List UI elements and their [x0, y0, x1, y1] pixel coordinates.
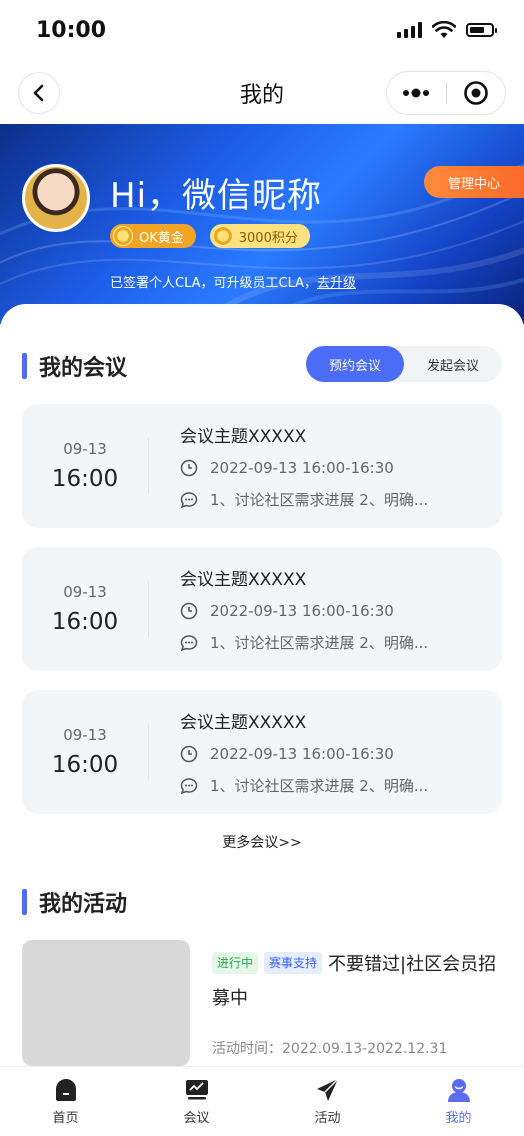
management-center-button[interactable]: 管理中心	[424, 166, 524, 198]
activity-time: 活动时间：2022.09.13-2022.12.31	[212, 1041, 448, 1057]
activity-info[interactable]: 进行中 赛事支持 不要错过|社区会员招募中 活动时间：2022.09.13-2022…	[212, 948, 502, 1058]
chat-bubble-icon	[180, 777, 198, 794]
cla-status-text: 已签署个人CLA，可升级员工CLA，	[110, 276, 318, 291]
meeting-datetime: 2022-09-13 16:00-16:30	[210, 602, 394, 620]
meetings-section-header: 我的会议	[22, 350, 127, 382]
badge-row: OK黄金 3000积分	[110, 224, 310, 248]
tab-initiated-meetings[interactable]: 发起会议	[404, 346, 502, 382]
section-accent-bar	[22, 889, 27, 915]
divider	[148, 581, 149, 637]
activities-section-header: 我的活动	[22, 886, 127, 918]
more-button[interactable]	[387, 72, 446, 114]
meeting-agenda: 1、讨论社区需求进展 2、明确...	[210, 777, 429, 795]
coin-icon	[212, 226, 233, 246]
meeting-date: 09-13	[63, 726, 107, 744]
meeting-date-block: 09-13 16:00	[22, 404, 148, 528]
meeting-card[interactable]: 09-13 16:00 会议主题XXXXX 2022-09-13 16:00-1…	[22, 690, 502, 814]
points-badge-label: 3000积分	[238, 230, 298, 246]
more-dots-icon	[403, 88, 430, 98]
meeting-date-block: 09-13 16:00	[22, 547, 148, 671]
tab-meeting[interactable]: 会议	[131, 1067, 262, 1136]
tab-activity[interactable]: 活动	[262, 1067, 393, 1136]
meeting-agenda-row: 1、讨论社区需求进展 2、明确...	[180, 489, 480, 510]
back-button[interactable]	[18, 72, 60, 114]
cla-status: 已签署个人CLA，可升级员工CLA，去升级	[110, 272, 356, 291]
page-title: 我的	[239, 83, 284, 108]
chat-bubble-icon	[180, 634, 198, 651]
battery-icon	[466, 23, 497, 37]
tab-home-label: 首页	[52, 1111, 79, 1126]
meeting-datetime-row: 2022-09-13 16:00-16:30	[180, 459, 480, 477]
level-badge-label: OK黄金	[139, 230, 184, 246]
meeting-datetime-row: 2022-09-13 16:00-16:30	[180, 602, 480, 620]
activity-icon	[316, 1078, 339, 1101]
divider	[148, 724, 149, 780]
meeting-date: 09-13	[63, 583, 107, 601]
meeting-card[interactable]: 09-13 16:00 会议主题XXXXX 2022-09-13 16:00-1…	[22, 547, 502, 671]
medal-icon	[113, 226, 133, 246]
meeting-date-block: 09-13 16:00	[22, 690, 148, 814]
meeting-agenda-row: 1、讨论社区需求进展 2、明确...	[180, 632, 480, 653]
meeting-time: 16:00	[51, 466, 119, 492]
meeting-info: 会议主题XXXXX 2022-09-13 16:00-16:30 1、讨论社区需…	[180, 708, 480, 796]
tab-activity-label: 活动	[314, 1111, 341, 1126]
activity-status-tag: 进行中	[212, 952, 259, 974]
tab-booked-meetings[interactable]: 预约会议	[306, 346, 404, 382]
divider	[148, 438, 149, 494]
meeting-type-switch: 预约会议 发起会议	[306, 346, 502, 382]
meeting-title: 会议主题XXXXX	[180, 713, 307, 733]
chat-bubble-icon	[180, 491, 198, 508]
main-content: 我的会议 预约会议 发起会议 09-13 16:00 会议主题XXXXX 202…	[0, 304, 524, 1074]
clock-icon	[180, 459, 198, 477]
more-meetings-link[interactable]: 更多会议>>	[0, 832, 524, 852]
home-icon	[55, 1079, 76, 1101]
level-badge[interactable]: OK黄金	[110, 224, 196, 248]
tab-profile-label: 我的	[445, 1111, 472, 1126]
meeting-time: 16:00	[51, 752, 119, 778]
clock-icon	[180, 602, 198, 620]
meeting-agenda: 1、讨论社区需求进展 2、明确...	[210, 491, 429, 509]
miniapp-capsule	[386, 71, 506, 115]
profile-icon	[447, 1079, 470, 1102]
user-greeting: Hi，微信昵称	[110, 176, 323, 216]
profile-banner: Hi，微信昵称 OK黄金 3000积分 已签署个人CLA，可升级员工CLA，去升…	[0, 124, 524, 324]
activity-title-row: 进行中 赛事支持 不要错过|社区会员招募中	[212, 948, 502, 1016]
activities-section-title: 我的活动	[39, 892, 128, 917]
status-time: 10:00	[36, 17, 107, 43]
status-bar: 10:00	[0, 0, 524, 60]
target-icon	[463, 81, 488, 105]
meetings-section-title: 我的会议	[39, 356, 128, 381]
meeting-agenda-row: 1、讨论社区需求进展 2、明确...	[180, 775, 480, 796]
section-accent-bar	[22, 353, 27, 379]
tab-home[interactable]: 首页	[0, 1067, 131, 1136]
tab-meeting-label: 会议	[183, 1111, 210, 1126]
clock-icon	[180, 745, 198, 763]
meeting-card[interactable]: 09-13 16:00 会议主题XXXXX 2022-09-13 16:00-1…	[22, 404, 502, 528]
avatar[interactable]	[22, 164, 90, 232]
meeting-info: 会议主题XXXXX 2022-09-13 16:00-16:30 1、讨论社区需…	[180, 565, 480, 653]
meeting-datetime: 2022-09-13 16:00-16:30	[210, 745, 394, 763]
wifi-icon	[432, 21, 456, 38]
points-badge[interactable]: 3000积分	[209, 224, 310, 248]
signal-icon	[397, 22, 422, 38]
meeting-date: 09-13	[63, 440, 107, 458]
nav-bar: 我的	[0, 62, 524, 124]
meeting-info: 会议主题XXXXX 2022-09-13 16:00-16:30 1、讨论社区需…	[180, 422, 480, 510]
status-icons	[397, 21, 497, 39]
chevron-left-icon	[33, 84, 44, 102]
activity-type-tag: 赛事支持	[264, 952, 323, 974]
meeting-icon	[185, 1080, 208, 1100]
tab-profile[interactable]: 我的	[393, 1067, 524, 1136]
bottom-tab-bar: 首页 会议 活动 我的	[0, 1066, 524, 1136]
meeting-datetime-row: 2022-09-13 16:00-16:30	[180, 745, 480, 763]
close-miniapp-button[interactable]	[447, 72, 506, 114]
meeting-title: 会议主题XXXXX	[180, 570, 307, 590]
meeting-agenda: 1、讨论社区需求进展 2、明确...	[210, 634, 429, 652]
meeting-datetime: 2022-09-13 16:00-16:30	[210, 459, 394, 477]
activity-thumbnail[interactable]	[22, 940, 190, 1066]
upgrade-cla-link[interactable]: 去升级	[317, 276, 356, 291]
meeting-title: 会议主题XXXXX	[180, 427, 307, 447]
meeting-time: 16:00	[51, 609, 119, 635]
